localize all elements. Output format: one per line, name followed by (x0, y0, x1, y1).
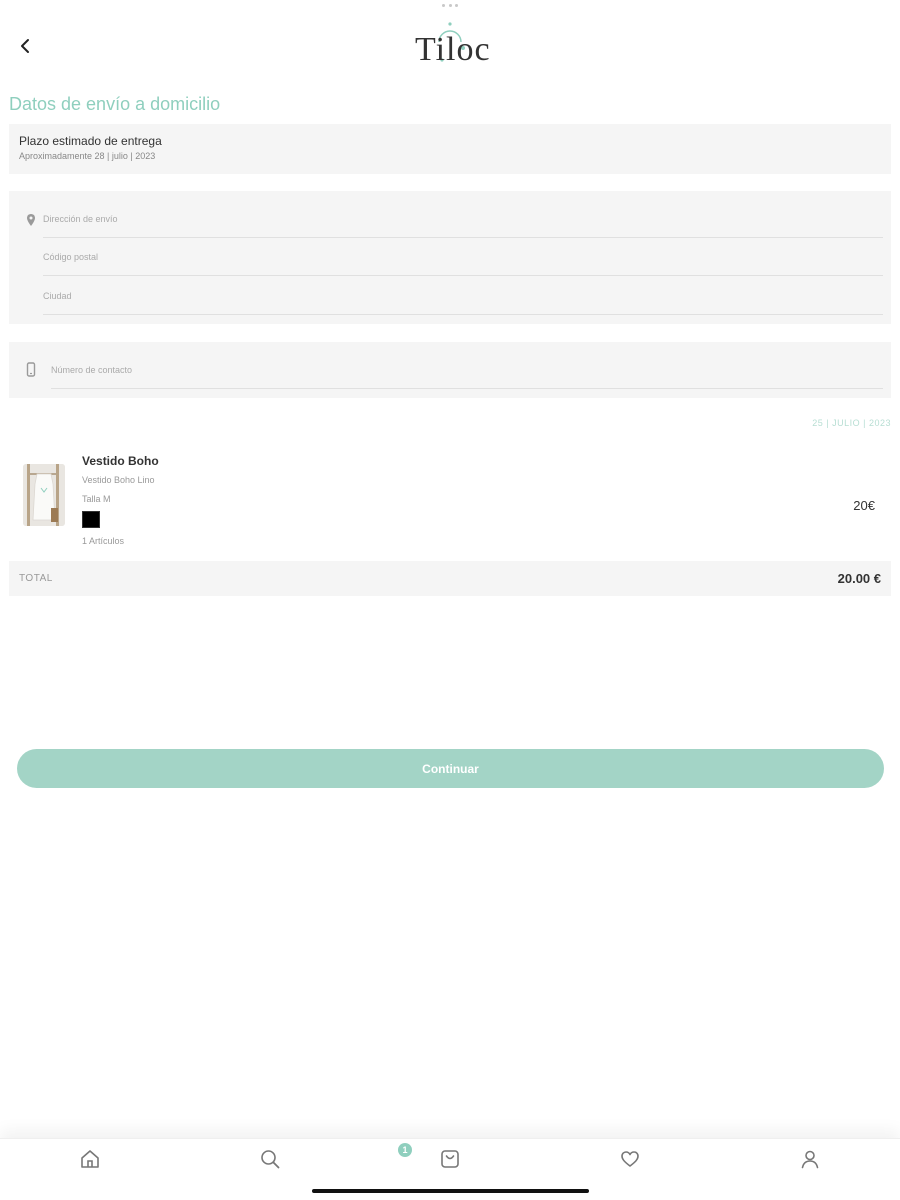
page-title: Datos de envío a domicilio (9, 94, 221, 114)
total-bar: TOTAL 20.00 € (9, 561, 891, 596)
cart-badge: 1 (398, 1143, 412, 1157)
total-value: 20.00 € (837, 571, 881, 586)
delivery-estimate: Aproximadamente 28 | julio | 2023 (19, 151, 156, 161)
postal-code-field[interactable]: Código postal (43, 238, 883, 276)
tab-favorites[interactable] (618, 1147, 642, 1171)
home-indicator[interactable] (312, 1189, 589, 1193)
product-size: Talla M (82, 494, 111, 504)
cart-item: Vestido Boho Vestido Boho Lino Talla M 1… (9, 440, 891, 556)
continue-button[interactable]: Continuar (17, 749, 884, 788)
delivery-label: Plazo estimado de entrega (19, 134, 162, 148)
city-field[interactable]: Ciudad (43, 277, 883, 315)
address-placeholder: Dirección de envío (43, 213, 118, 224)
phone-field[interactable]: Número de contacto (51, 351, 883, 389)
address-form: Dirección de envío Código postal Ciudad (9, 191, 891, 324)
delivery-estimate-card: Plazo estimado de entrega Aproximadament… (9, 124, 891, 174)
user-icon (801, 1150, 819, 1169)
tab-bag[interactable] (438, 1147, 462, 1171)
postal-code-placeholder: Código postal (43, 251, 99, 262)
logo-text: Tiloc (415, 31, 491, 68)
chevron-left-icon (21, 39, 29, 53)
back-button[interactable] (12, 32, 40, 60)
app-header: Tiloc (0, 0, 900, 80)
brand-logo: Tiloc (405, 18, 495, 70)
product-quantity: 1 Artículos (82, 536, 125, 546)
home-icon (81, 1150, 99, 1168)
tab-search[interactable] (258, 1147, 282, 1171)
search-icon (261, 1150, 280, 1169)
order-date: 25 | JULIO | 2023 (812, 418, 891, 428)
product-image[interactable] (23, 464, 65, 526)
product-subtitle: Vestido Boho Lino (82, 475, 155, 485)
dress-image-icon (23, 464, 65, 526)
product-price: 20€ (853, 498, 875, 513)
total-label: TOTAL (19, 573, 53, 584)
bag-icon (441, 1150, 459, 1168)
phone-placeholder: Número de contacto (51, 364, 133, 375)
product-name: Vestido Boho (82, 454, 159, 468)
heart-icon (621, 1151, 639, 1167)
address-field[interactable]: Dirección de envío (43, 200, 883, 238)
contact-form: Número de contacto (9, 342, 891, 398)
city-placeholder: Ciudad (43, 290, 72, 301)
phone-icon (26, 362, 36, 377)
color-swatch (82, 511, 100, 528)
tab-home[interactable] (78, 1147, 102, 1171)
location-pin-icon (27, 214, 35, 226)
tab-profile[interactable] (798, 1147, 822, 1171)
